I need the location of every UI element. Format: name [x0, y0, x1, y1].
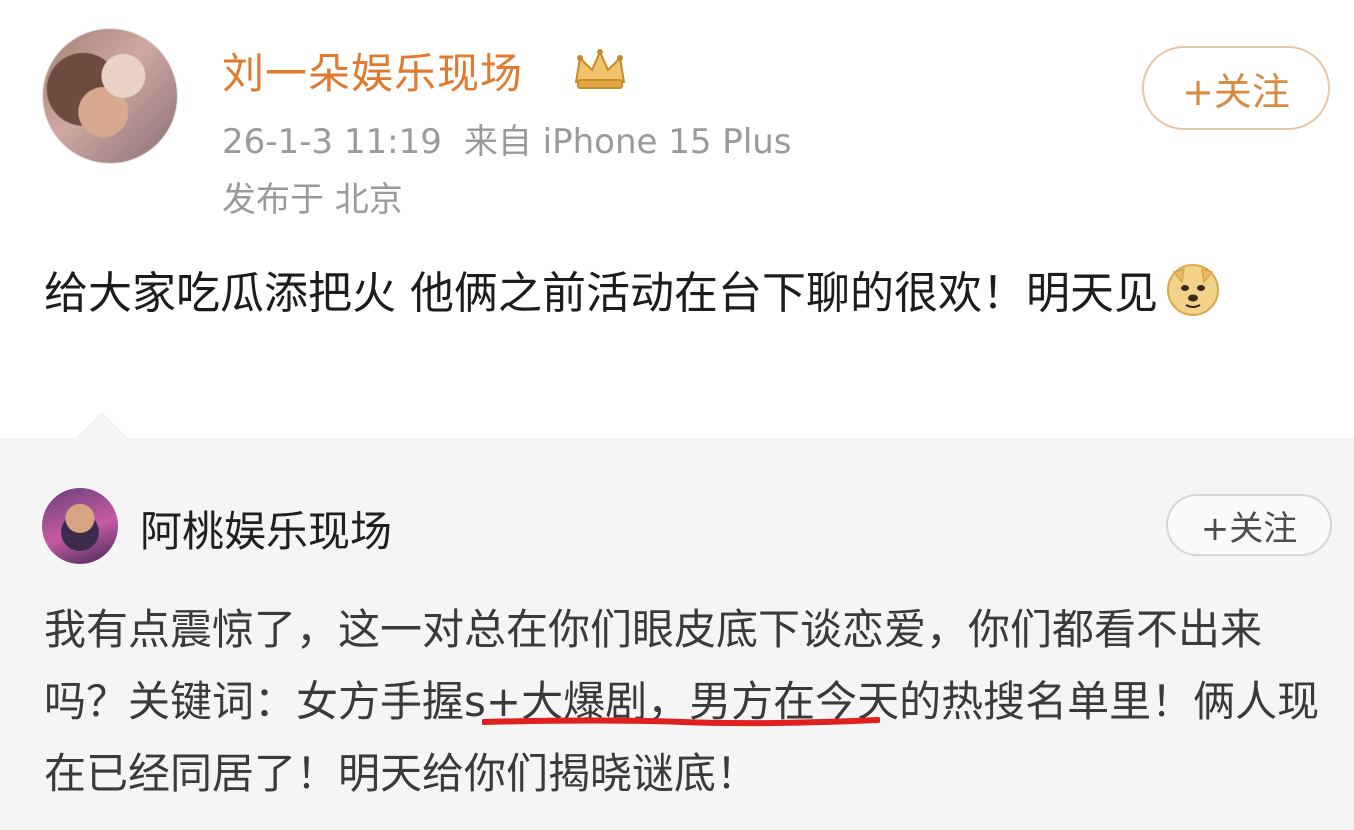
post-author-name[interactable]: 刘一朵娱乐现场 [222, 40, 523, 101]
doge-emoji-icon [1166, 264, 1219, 316]
crown-icon [574, 49, 626, 89]
post-location: 发布于 北京 [222, 180, 403, 220]
repost-author-name[interactable]: 阿桃娱乐现场 [140, 498, 392, 559]
post-body: 给大家吃瓜添把火 他俩之前活动在台下聊的很欢！明天见 [44, 256, 1314, 332]
repost-follow-button[interactable]: +关注 [1166, 494, 1332, 556]
post-source: 来自 iPhone 15 Plus [463, 122, 792, 162]
post-meta: 26-1-3 11:19 来自 iPhone 15 Plus [222, 114, 814, 163]
post-time: 26-1-3 11:19 [222, 122, 442, 162]
post-text: 给大家吃瓜添把火 他俩之前活动在台下聊的很欢！明天见 [44, 268, 1158, 319]
follow-button[interactable]: +关注 [1142, 46, 1330, 130]
repost-body: 我有点震惊了，这一对总在你们眼皮底下谈恋爱，你们都看不出来吗？关键词：女方手握s… [44, 605, 1320, 798]
handdrawn-underline [482, 717, 880, 727]
repost-avatar[interactable] [42, 488, 118, 564]
avatar[interactable] [42, 28, 178, 164]
